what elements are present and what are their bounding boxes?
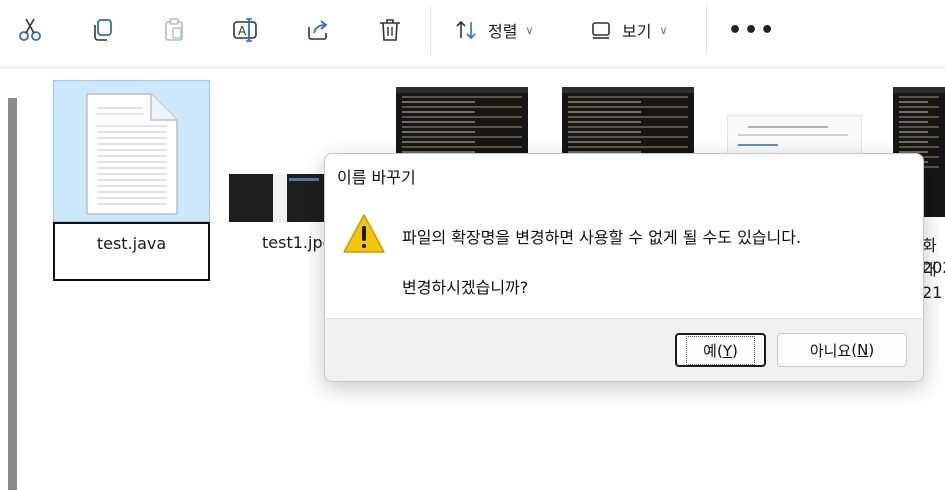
toolbar-divider	[430, 6, 431, 54]
trash-icon	[380, 19, 400, 41]
dialog-message: 파일의 확장명을 변경하면 사용할 수 없게 될 수도 있습니다.	[402, 228, 802, 247]
yes-accelerator: Y	[722, 341, 732, 360]
sort-menu-button[interactable]: 정렬 ∨	[454, 12, 534, 48]
delete-button[interactable]	[372, 12, 408, 48]
scissors-icon	[19, 18, 41, 41]
dialog-footer: 예(Y) 아니요(N)	[325, 318, 923, 381]
dialog-question: 변경하시겠습니까?	[402, 278, 529, 297]
command-bar: A 정렬 ∨ 보기 ∨ •••	[0, 0, 945, 68]
chevron-down-icon: ∨	[525, 23, 534, 37]
clipboard-icon	[165, 18, 183, 41]
rename-button[interactable]: A	[228, 12, 264, 48]
no-button[interactable]: 아니요(N)	[777, 333, 907, 367]
file-label: 21	[922, 283, 943, 302]
copy-icon	[94, 19, 112, 41]
dialog-title: 이름 바꾸기	[337, 168, 416, 187]
image-thumbnail[interactable]	[727, 115, 862, 155]
yes-label: 예	[703, 341, 717, 360]
no-label: 아니요	[809, 341, 852, 360]
rename-input-value: test.java	[96, 234, 167, 253]
chevron-down-icon: ∨	[659, 23, 668, 37]
no-accelerator: N	[857, 341, 869, 359]
share-icon	[308, 20, 328, 40]
view-layout-icon	[592, 22, 610, 39]
image-thumbnail[interactable]	[229, 174, 330, 222]
toolbar-divider	[706, 6, 707, 54]
yes-button[interactable]: 예(Y)	[675, 333, 766, 367]
warning-icon	[343, 214, 385, 253]
more-options-button[interactable]: •••	[728, 18, 776, 43]
view-menu-button[interactable]: 보기 ∨	[590, 12, 668, 48]
sort-arrows-icon	[456, 20, 476, 40]
document-file-icon	[86, 93, 178, 215]
share-button[interactable]	[300, 12, 336, 48]
sort-label: 정렬	[488, 22, 518, 41]
rename-input[interactable]: test.java	[53, 222, 210, 281]
view-label: 보기	[622, 22, 652, 41]
file-label: 202	[922, 258, 945, 277]
scrollbar-thumb[interactable]	[8, 98, 17, 490]
cut-button[interactable]	[12, 12, 48, 48]
copy-button[interactable]	[84, 12, 120, 48]
rename-dialog: 이름 바꾸기 파일의 확장명을 변경하면 사용할 수 없게 될 수도 있습니다.…	[324, 153, 924, 382]
svg-text:A: A	[238, 24, 247, 38]
rename-icon: A	[233, 18, 257, 42]
paste-button[interactable]	[156, 12, 192, 48]
file-label: test1.jpg	[262, 233, 333, 252]
